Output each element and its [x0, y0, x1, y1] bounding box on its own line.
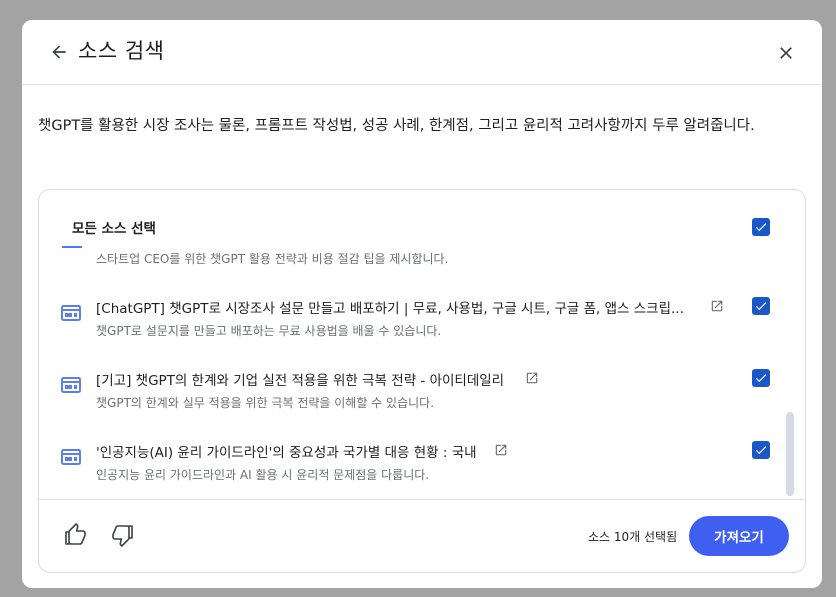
close-button[interactable] — [772, 39, 800, 67]
select-all-checkbox[interactable] — [752, 218, 770, 236]
source-checkbox[interactable] — [752, 369, 770, 387]
web-source-icon — [61, 449, 81, 465]
check-icon — [755, 374, 767, 383]
select-all-label: 모든 소스 선택 — [72, 221, 156, 237]
dialog-title: 소스 검색 — [78, 39, 165, 63]
search-summary: 챗GPT를 활용한 시장 조사는 물론, 프롬프트 작성법, 성공 사례, 한계… — [38, 118, 755, 134]
import-button[interactable]: 가져오기 — [689, 516, 789, 556]
like-button[interactable] — [63, 522, 89, 548]
scrollbar-thumb[interactable] — [786, 412, 794, 496]
dialog-header: 소스 검색 — [22, 20, 822, 85]
partial-item-icon — [62, 246, 82, 248]
dislike-button[interactable] — [109, 522, 135, 548]
open-in-new-icon[interactable] — [494, 443, 508, 457]
web-source-icon — [61, 377, 81, 393]
source-description: 인공지능 윤리 가이드라인과 AI 활용 시 윤리적 문제점을 다룹니다. — [96, 468, 430, 482]
thumb-up-icon — [65, 523, 86, 545]
open-in-new-icon[interactable] — [525, 371, 539, 385]
source-title[interactable]: [기고] 챗GPT의 한계와 기업 실전 적용을 위한 극복 전략 - 아이티데… — [96, 369, 504, 389]
arrow-left-icon — [52, 45, 66, 59]
source-description: 챗GPT의 한계와 실무 적용을 위한 극복 전략을 이해할 수 있습니다. — [96, 396, 435, 410]
sources-list[interactable]: 모든 소스 선택 스타트업 CEO를 위한 챗GPT 활용 전략과 비용 절감 … — [39, 190, 805, 499]
source-description: 챗GPT로 설문지를 만들고 배포하는 무료 사용법을 배울 수 있습니다. — [96, 324, 442, 338]
check-icon — [755, 302, 767, 311]
close-icon — [780, 47, 792, 59]
thumb-down-icon — [112, 525, 133, 547]
source-description: 스타트업 CEO를 위한 챗GPT 활용 전략과 비용 절감 팁을 제시합니다. — [96, 252, 449, 266]
footer-divider — [39, 499, 805, 500]
selected-count: 소스 10개 선택됨 — [588, 530, 678, 544]
web-source-icon — [61, 305, 81, 321]
sources-panel: 모든 소스 선택 스타트업 CEO를 위한 챗GPT 활용 전략과 비용 절감 … — [38, 189, 806, 573]
check-icon — [755, 223, 767, 232]
source-checkbox[interactable] — [752, 441, 770, 459]
check-icon — [755, 446, 767, 455]
source-title[interactable]: '인공지능(AI) 윤리 가이드라인'의 중요성과 국가별 대응 현황 : 국내 — [96, 441, 477, 461]
source-checkbox[interactable] — [752, 297, 770, 315]
open-in-new-icon[interactable] — [710, 299, 724, 313]
back-button[interactable] — [46, 39, 72, 65]
source-title[interactable]: [ChatGPT] 챗GPT로 시장조사 설문 만들고 배포하기 | 무료, 사… — [96, 297, 684, 317]
search-sources-dialog: 소스 검색 챗GPT를 활용한 시장 조사는 물론, 프롬프트 작성법, 성공 … — [22, 20, 822, 588]
